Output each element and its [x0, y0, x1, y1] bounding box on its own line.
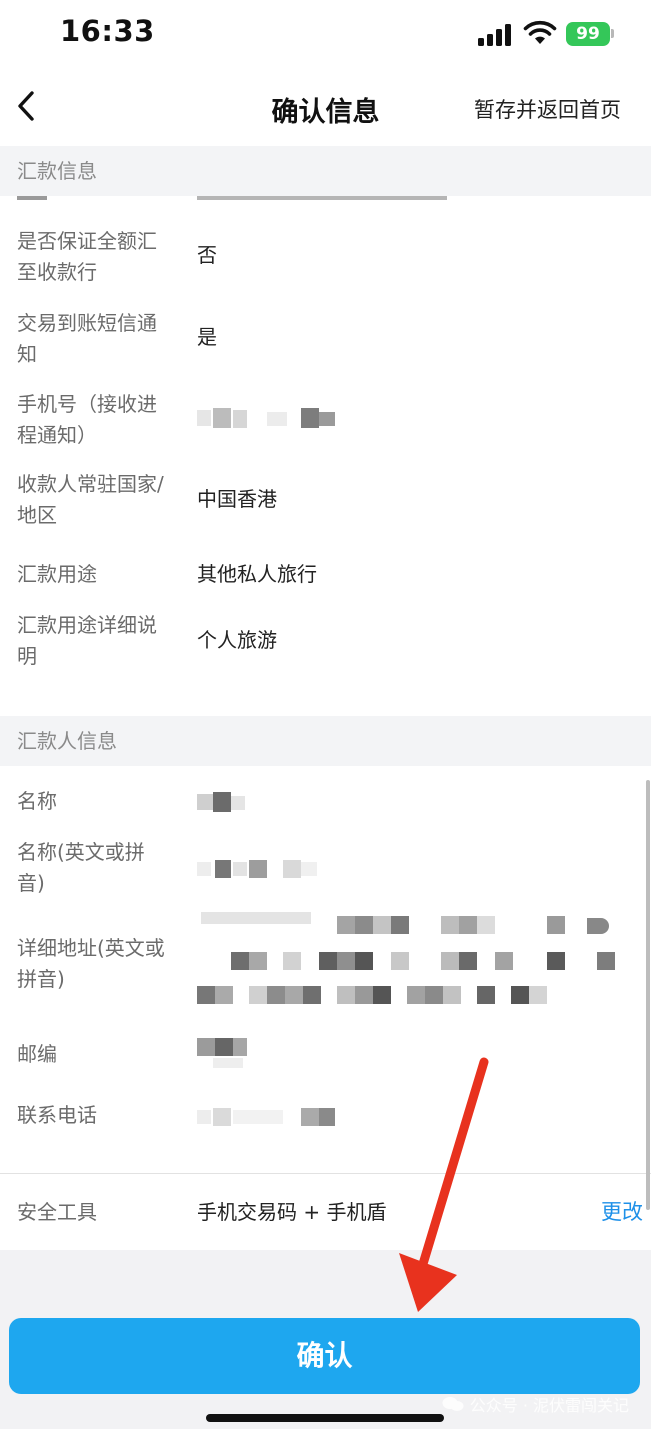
- remitter-info-section-header: 汇款人信息: [0, 716, 651, 766]
- watermark-text: 公众号 · 泥伏雷闯关记: [469, 1396, 629, 1415]
- row-label-name-english: 名称(英文或拼音): [17, 840, 145, 895]
- row-label-security-tool: 安全工具: [17, 1200, 97, 1224]
- save-and-home-button[interactable]: 暂存并返回首页: [474, 94, 621, 124]
- row-label-purpose: 汇款用途: [17, 562, 97, 586]
- change-security-link[interactable]: 更改: [601, 1197, 643, 1228]
- scrollbar[interactable]: [646, 780, 650, 1210]
- row-label-postcode: 邮编: [17, 1042, 57, 1066]
- clipped-row-remnant: [0, 196, 651, 202]
- wechat-icon: [442, 1397, 464, 1411]
- battery-icon: 99: [566, 22, 610, 46]
- status-time: 16:33: [60, 14, 155, 48]
- nav-bar: 确认信息 暂存并返回首页: [0, 70, 651, 146]
- row-label-phone-contact: 联系电话: [17, 1103, 97, 1127]
- row-value-purpose-detail: 个人旅游: [197, 628, 277, 652]
- row-label-purpose-detail: 汇款用途详细说明: [17, 613, 157, 668]
- pixelated-address-value: [197, 912, 617, 1008]
- pixelated-name-value: [197, 792, 257, 814]
- status-bar: 16:33 99: [0, 0, 651, 70]
- pixelated-contact-value: [197, 1106, 347, 1128]
- back-arrow-icon[interactable]: [12, 84, 46, 128]
- row-value-payee-country: 中国香港: [197, 487, 277, 511]
- confirm-button[interactable]: 确认: [9, 1318, 640, 1394]
- divider: [0, 1173, 651, 1174]
- watermark: 公众号 · 泥伏雷闯关记: [442, 1392, 629, 1416]
- row-label-payee-country: 收款人常驻国家/地区: [17, 472, 164, 527]
- pixelated-phone-value: [197, 408, 347, 430]
- row-value-security-tool: 手机交易码 + 手机盾: [197, 1200, 387, 1224]
- cellular-signal-icon: [478, 24, 514, 46]
- row-value-purpose: 其他私人旅行: [197, 562, 317, 586]
- row-label-sms-notify: 交易到账短信通知: [17, 311, 157, 366]
- row-value-sms-notify: 是: [197, 325, 217, 349]
- row-label-phone: 手机号（接收进程通知）: [17, 392, 157, 447]
- row-label-full-amount: 是否保证全额汇至收款行: [17, 229, 157, 284]
- row-label-name: 名称: [17, 789, 57, 813]
- home-indicator: [206, 1414, 444, 1422]
- row-value-full-amount: 否: [197, 243, 217, 267]
- pixelated-name-english-value: [197, 858, 327, 880]
- pixelated-postcode-value: [197, 1038, 257, 1072]
- wifi-icon: [523, 20, 557, 44]
- remit-info-section-header: 汇款信息: [0, 146, 651, 196]
- row-label-address: 详细地址(英文或拼音): [17, 936, 165, 991]
- battery-tip: [611, 29, 614, 38]
